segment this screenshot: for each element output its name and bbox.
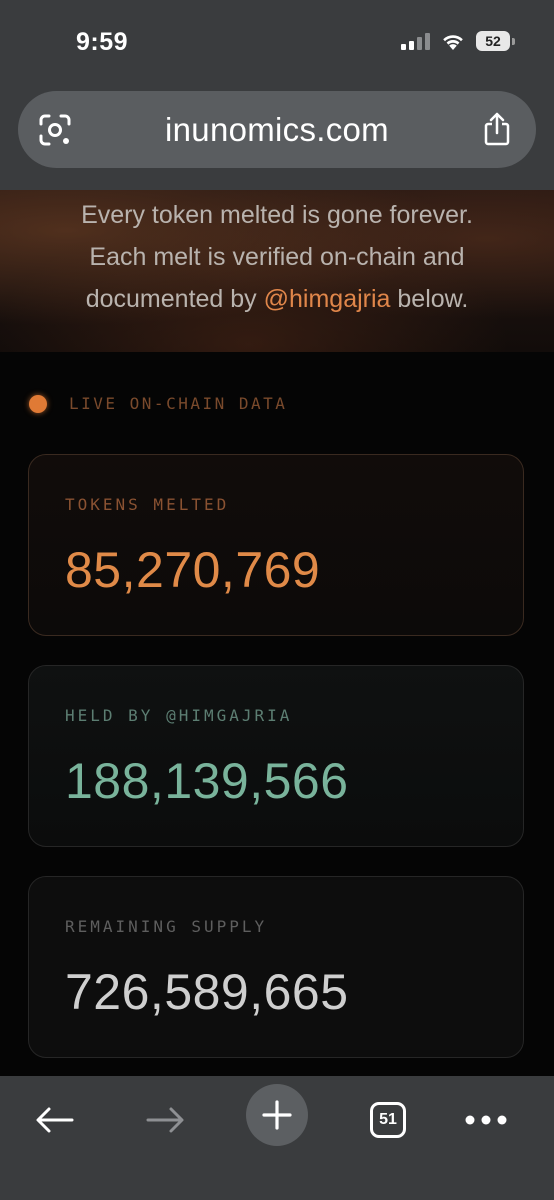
- plus-icon: [262, 1100, 292, 1130]
- browser-toolbar: 51: [0, 1076, 554, 1200]
- more-icon: [465, 1115, 507, 1125]
- tokens-melted-value: 85,270,769: [65, 542, 321, 598]
- hero-line-2: Each melt is verified on-chain and: [89, 243, 465, 271]
- wifi-icon: [443, 35, 463, 50]
- browser-top-chrome: 9:59 52 inunomics.com: [0, 0, 554, 190]
- held-by-label: HELD BY @HIMGAJRIA: [65, 706, 293, 725]
- hero-section: Every token melted is gone forever. Each…: [0, 190, 554, 352]
- tabs-icon: 51: [370, 1102, 406, 1138]
- live-label: LIVE ON-CHAIN DATA: [69, 394, 288, 413]
- address-bar[interactable]: inunomics.com: [18, 91, 536, 168]
- battery-icon: 52: [476, 31, 515, 51]
- back-arrow-icon: [36, 1107, 74, 1133]
- live-dot-icon: [29, 394, 47, 413]
- forward-arrow-icon: [146, 1107, 184, 1133]
- status-time: 9:59: [76, 28, 129, 56]
- remaining-supply-card: REMAINING SUPPLY 726,589,665: [28, 876, 524, 1058]
- cellular-signal-icon: [401, 32, 430, 50]
- share-icon[interactable]: [482, 111, 512, 147]
- more-button[interactable]: [456, 1090, 516, 1150]
- hero-line-3: documented by @himgajria below.: [20, 278, 534, 320]
- forward-button[interactable]: [136, 1090, 196, 1150]
- held-by-value: 188,139,566: [65, 753, 349, 809]
- hero-line-3-suffix: below.: [390, 285, 469, 313]
- tabs-count: 51: [379, 1111, 397, 1128]
- tabs-button[interactable]: 51: [358, 1090, 418, 1150]
- battery-level: 52: [485, 33, 501, 49]
- live-data-section: LIVE ON-CHAIN DATA TOKENS MELTED 85,270,…: [0, 352, 554, 1076]
- hero-description: Every token melted is gone forever. Each…: [20, 194, 534, 320]
- held-by-card: HELD BY @HIMGAJRIA 188,139,566: [28, 665, 524, 847]
- live-indicator: LIVE ON-CHAIN DATA: [29, 394, 287, 413]
- hero-line-3-prefix: documented by: [85, 285, 264, 313]
- hero-line-1: Every token melted is gone forever.: [81, 201, 473, 229]
- remaining-supply-label: REMAINING SUPPLY: [65, 917, 268, 936]
- himgajria-mention-link[interactable]: @himgajria: [264, 285, 391, 313]
- back-button[interactable]: [24, 1090, 84, 1150]
- remaining-supply-value: 726,589,665: [65, 964, 349, 1020]
- tokens-melted-card: TOKENS MELTED 85,270,769: [28, 454, 524, 636]
- url-text[interactable]: inunomics.com: [18, 111, 536, 149]
- tokens-melted-label: TOKENS MELTED: [65, 495, 230, 514]
- new-tab-button[interactable]: [246, 1084, 308, 1146]
- status-icons: 52: [401, 30, 515, 52]
